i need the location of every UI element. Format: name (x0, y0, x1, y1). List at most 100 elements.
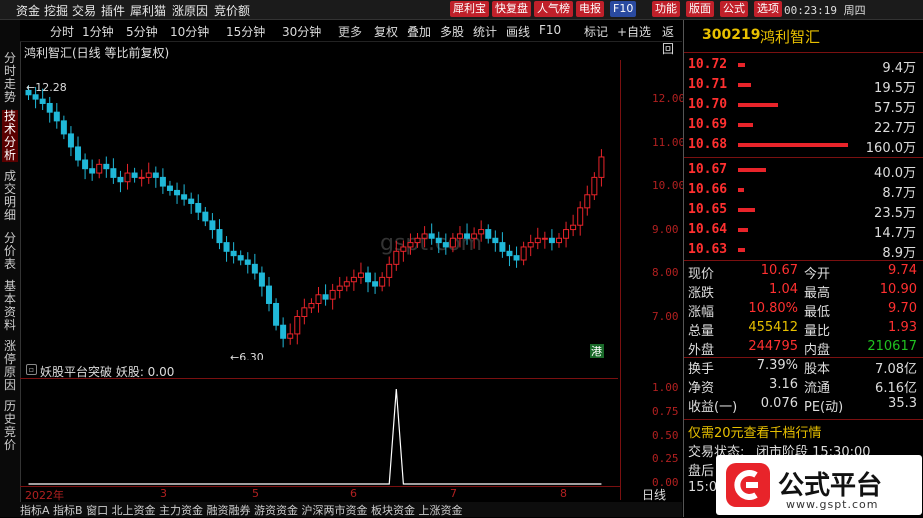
candle (82, 159, 89, 170)
period-tab[interactable]: 15分钟 (226, 23, 265, 40)
date-tick: 2022年 (25, 489, 64, 502)
period-toolbar: 分时 1分钟 5分钟 10分钟 15分钟 30分钟 更多 复权 叠加 多股 统计 画线 F10 标记 +自选… (20, 20, 682, 56)
quote-row: 外盘 244795 内盘 210617 (684, 339, 923, 358)
stock-code: 300219 (702, 27, 761, 43)
toolbar-pill-button[interactable]: 功能 (652, 1, 680, 17)
menu-item[interactable]: 插件 (101, 2, 125, 19)
candle (265, 285, 272, 304)
toolbar-pill-button[interactable]: 选项 (754, 1, 782, 17)
sidebar-tab[interactable]: 基本资料 (2, 280, 18, 332)
orderbook-volume: 14.7万 (874, 226, 916, 241)
orderbook-row[interactable]: 10.69 22.7万 (684, 115, 923, 136)
toolbar-action[interactable]: 标记 (584, 23, 608, 40)
quote-label: 现价 (688, 267, 715, 282)
candle (435, 237, 442, 244)
orderbook-row[interactable]: 10.70 57.5万 (684, 95, 923, 116)
period-tab[interactable]: 1分钟 (82, 23, 114, 40)
candle (117, 176, 124, 183)
toolbar-pill-button[interactable]: 电报 (576, 1, 604, 17)
toolbar-action[interactable]: F10 (539, 23, 561, 37)
toolbar-pill-button[interactable]: 快复盘 (492, 1, 531, 17)
candle (216, 229, 223, 244)
toolbar-action[interactable]: 统计 (473, 23, 497, 40)
bottom-indicator-tabs[interactable]: 指标A 指标B 窗口 北上资金 主力资金 融资融券 游资资金 沪深两市资金 板块… (20, 502, 682, 517)
candle (287, 333, 294, 339)
orderbook-volume: 160.0万 (865, 141, 916, 156)
orderbook-row[interactable]: 10.66 8.7万 (684, 180, 923, 201)
orderbook-row[interactable]: 10.68 160.0万 (684, 135, 923, 156)
toolbar-action[interactable]: 多股 (440, 23, 464, 40)
candle (584, 194, 591, 209)
date-tick: 5 (252, 487, 259, 500)
orderbook-row[interactable]: 10.65 23.5万 (684, 200, 923, 221)
sidebar-tab[interactable]: 历史竞价 (2, 400, 18, 452)
toolbar-action[interactable]: 画线 (506, 23, 530, 40)
quote-value: 10.90 (879, 282, 917, 297)
quote-label: 最高 (804, 286, 831, 301)
toolbar-pill-button[interactable]: 人气榜 (534, 1, 573, 17)
toolbar-pill-button[interactable]: F10 (610, 1, 637, 17)
quote-row: 涨跌 1.04 最高 10.90 (684, 282, 923, 301)
orderbook-bar (738, 228, 748, 232)
menu-item[interactable]: 交易 (72, 2, 96, 19)
candle (534, 237, 541, 244)
price-tick: 7.00 (652, 309, 679, 323)
close-icon[interactable] (868, 2, 880, 14)
orderbook-row[interactable]: 10.67 40.0万 (684, 160, 923, 181)
quote-divider (684, 419, 923, 420)
candlestick-chart[interactable]: gspt.com←12.28←6.30财港 (20, 60, 618, 360)
date-tick: 6 (350, 487, 357, 500)
candle (365, 272, 372, 283)
orderbook-row[interactable]: 10.63 8.9万 (684, 240, 923, 261)
indicator-settings-icon[interactable]: ▫ (26, 364, 37, 375)
period-tab[interactable]: 更多 (338, 23, 362, 40)
orderbook-row[interactable]: 10.64 14.7万 (684, 220, 923, 241)
period-tab[interactable]: 5分钟 (126, 23, 158, 40)
quote-panel: 300219 鸿利智汇 10.72 9.4万 10.71 19.5万 10.70 57.5… (683, 20, 923, 517)
candle (89, 168, 96, 174)
period-tab[interactable]: 10分钟 (170, 23, 209, 40)
toolbar-action[interactable]: +自选 (617, 23, 651, 40)
orderbook-row[interactable]: 10.72 9.4万 (684, 55, 923, 76)
orderbook-volume: 57.5万 (874, 101, 916, 116)
quote-row: 换手 7.39% 股本 7.08亿 (684, 358, 923, 377)
orderbook-bar (738, 123, 754, 127)
sidebar-tab[interactable]: 分价表 (2, 232, 18, 271)
candle (251, 263, 258, 274)
orderbook-price: 10.68 (688, 137, 728, 152)
promo-link[interactable]: 仅需20元查看千档行情 (688, 422, 822, 441)
quote-row: 收益(一) 0.076 PE(动) 35.3 (684, 396, 923, 415)
quote-value: 7.08亿 (875, 362, 917, 377)
period-tab[interactable]: 30分钟 (282, 23, 321, 40)
menu-item[interactable]: 挖掘 (44, 2, 68, 19)
sidebar-tab[interactable]: 成交明细 (2, 170, 18, 222)
period-label[interactable]: 日线 (642, 486, 666, 503)
toolbar-action[interactable]: 叠加 (407, 23, 431, 40)
toolbar-action[interactable]: 复权 (374, 23, 398, 40)
toolbar-action[interactable]: 返回 (662, 23, 682, 57)
toolbar-pill-button[interactable]: 公式 (720, 1, 748, 17)
menu-item[interactable]: 资金 (16, 2, 40, 19)
orderbook-bar (738, 143, 848, 147)
candle (294, 316, 301, 335)
sidebar-tab[interactable]: 技术分析 (2, 110, 18, 162)
candle (181, 194, 188, 200)
orderbook-bar (738, 168, 766, 172)
orderbook-row[interactable]: 10.71 19.5万 (684, 75, 923, 96)
candle (456, 233, 463, 239)
quote-value: 3.16 (769, 377, 798, 392)
menu-item[interactable]: 涨原因 (172, 2, 208, 19)
indicator-chart[interactable] (20, 378, 618, 489)
toolbar-pill-button[interactable]: 犀利宝 (450, 1, 489, 17)
menu-item[interactable]: 竞价额 (214, 2, 250, 19)
menu-item[interactable]: 犀利猫 (130, 2, 166, 19)
toolbar-pill-button[interactable]: 版面 (686, 1, 714, 17)
sidebar-tab[interactable]: 分时走势 (2, 52, 18, 104)
period-tab[interactable]: 分时 (50, 23, 74, 40)
quote-row: 总量 455412 量比 1.93 (684, 320, 923, 339)
sidebar-tab[interactable]: 涨停原因 (2, 340, 18, 392)
candle (485, 229, 492, 239)
candle (442, 242, 449, 248)
candle (393, 250, 400, 265)
date-tick: 3 (160, 487, 167, 500)
